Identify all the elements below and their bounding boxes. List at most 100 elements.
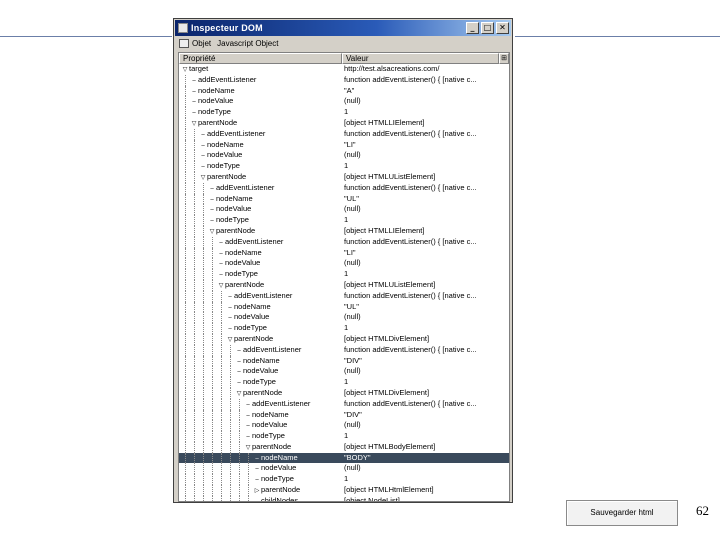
value-cell: (null) bbox=[344, 420, 361, 430]
menu-javascript-object[interactable]: Javascript Object bbox=[217, 39, 278, 48]
value-cell: [object HTMLUListElement] bbox=[344, 171, 436, 181]
tree-row[interactable]: – nodeType 1 bbox=[179, 161, 509, 172]
value-cell: "BODY" bbox=[344, 452, 371, 462]
property-label: nodeValue bbox=[207, 150, 243, 160]
property-label: nodeName bbox=[225, 247, 262, 257]
property-label: nodeName bbox=[207, 139, 244, 149]
value-cell: [object HTMLBodyElement] bbox=[344, 441, 436, 451]
tree-row[interactable]: – nodeValue (null) bbox=[179, 366, 509, 378]
tree-row[interactable]: – nodeName "DIV" bbox=[179, 355, 509, 367]
tree-row[interactable]: – addEventListener function addEventListen… bbox=[179, 344, 509, 356]
value-cell: [object HTMLLIElement] bbox=[344, 117, 425, 127]
tree-row[interactable]: ▽ parentNode [object HTMLBodyElement] bbox=[179, 441, 509, 453]
tree-row[interactable]: – addEventListener function addEventListen… bbox=[179, 398, 509, 410]
tree-row[interactable]: – addEventListener function addEventListen… bbox=[179, 182, 509, 194]
close-button[interactable]: ✕ bbox=[496, 22, 509, 34]
tree-row[interactable]: – nodeType 1 bbox=[179, 269, 509, 280]
property-label: nodeType bbox=[234, 323, 267, 333]
tree-row[interactable]: – nodeType 1 bbox=[179, 215, 509, 226]
tree-row[interactable]: – nodeName "UL" bbox=[179, 193, 509, 205]
tree-row[interactable]: – addEventListener function addEventListen… bbox=[179, 236, 509, 248]
property-label: addEventListener bbox=[225, 236, 284, 246]
slide-rule-right bbox=[515, 36, 720, 37]
tree-row[interactable]: – nodeName "UL" bbox=[179, 301, 509, 313]
tree-row[interactable]: – nodeType 1 bbox=[179, 474, 509, 486]
value-cell: function addEventListener() { [native c.… bbox=[344, 182, 477, 192]
property-tree[interactable]: Propriété Valeur ⊞ ▽ target http://test.al… bbox=[178, 52, 510, 502]
value-cell: function addEventListener() { [native c.… bbox=[344, 344, 477, 354]
tree-row[interactable]: – nodeValue (null) bbox=[179, 312, 509, 324]
value-cell: "LI" bbox=[344, 139, 356, 149]
value-cell: [object HTMLDivElement] bbox=[344, 333, 430, 343]
property-label: nodeName bbox=[234, 301, 271, 311]
tree-row[interactable]: – nodeValue (null) bbox=[179, 204, 509, 216]
value-cell: function addEventListener() { [native c.… bbox=[344, 128, 477, 138]
value-cell: "DIV" bbox=[344, 409, 362, 419]
tree-row[interactable]: – nodeName "LI" bbox=[179, 139, 509, 151]
tree-row[interactable]: – nodeType 1 bbox=[179, 107, 509, 118]
tree-row[interactable]: – addEventListener function addEventListen… bbox=[179, 290, 509, 302]
property-label: nodeType bbox=[252, 431, 285, 441]
tree-row[interactable]: – addEventListener function addEventListen… bbox=[179, 74, 509, 86]
tree-row[interactable]: – nodeType 1 bbox=[179, 431, 509, 442]
tree-row[interactable]: – nodeValue (null) bbox=[179, 420, 509, 432]
column-picker-icon[interactable]: ⊞ bbox=[499, 53, 509, 64]
tree-row[interactable]: – nodeType 1 bbox=[179, 323, 509, 334]
value-cell: 1 bbox=[344, 269, 349, 279]
property-label: nodeName bbox=[243, 355, 280, 365]
tree-row[interactable]: ▽ parentNode [object HTMLDivElement] bbox=[179, 387, 509, 399]
menu-objet[interactable]: Objet bbox=[192, 39, 211, 48]
column-header-value[interactable]: Valeur bbox=[342, 53, 499, 64]
property-label: parentNode bbox=[234, 333, 274, 343]
tree-row[interactable]: ▽ parentNode [object HTMLUListElement] bbox=[179, 279, 509, 291]
value-cell: function addEventListener() { [native c.… bbox=[344, 398, 477, 408]
tree-row[interactable]: – nodeName "DIV" bbox=[179, 409, 509, 421]
value-cell: [object NodeList] bbox=[344, 495, 400, 502]
tree-row[interactable]: – nodeValue (null) bbox=[179, 96, 509, 108]
property-label: nodeValue bbox=[261, 463, 297, 473]
value-cell: "UL" bbox=[344, 301, 359, 311]
property-label: addEventListener bbox=[252, 398, 311, 408]
tree-row[interactable]: – nodeName "LI" bbox=[179, 247, 509, 259]
maximize-button[interactable]: □ bbox=[481, 22, 494, 34]
tree-row[interactable]: ▽ parentNode [object HTMLLIElement] bbox=[179, 225, 509, 237]
value-cell: function addEventListener() { [native c.… bbox=[344, 74, 477, 84]
column-header-property[interactable]: Propriété bbox=[179, 53, 342, 64]
tree-row[interactable]: ▽ parentNode [object HTMLLIElement] bbox=[179, 117, 509, 129]
property-label: nodeType bbox=[207, 161, 240, 171]
value-cell: 1 bbox=[344, 474, 349, 484]
view-toggle-icon[interactable] bbox=[179, 39, 189, 48]
value-cell: (null) bbox=[344, 204, 361, 214]
property-label: addEventListener bbox=[243, 344, 302, 354]
tree-row[interactable]: – addEventListener function addEventListen… bbox=[179, 128, 509, 140]
dom-inspector-window: Inspecteur DOM _ □ ✕ Objet Javascript Ob… bbox=[173, 18, 513, 503]
value-cell: (null) bbox=[344, 96, 361, 106]
value-cell: function addEventListener() { [native c.… bbox=[344, 290, 477, 300]
tree-row[interactable]: – nodeName "A" bbox=[179, 85, 509, 97]
tree-row[interactable]: – nodeType 1 bbox=[179, 377, 509, 388]
value-cell: 1 bbox=[344, 161, 349, 171]
title-bar[interactable]: Inspecteur DOM _ □ ✕ bbox=[175, 20, 511, 36]
property-label: addEventListener bbox=[216, 182, 275, 192]
app-icon bbox=[178, 23, 188, 33]
value-cell: (null) bbox=[344, 463, 361, 473]
property-label: parentNode bbox=[207, 171, 247, 181]
value-cell: (null) bbox=[344, 366, 361, 376]
tree-row[interactable]: – nodeValue (null) bbox=[179, 150, 509, 162]
property-label: nodeType bbox=[216, 215, 249, 225]
tree-row[interactable]: ▽ target http://test.alsacreations.com/ bbox=[179, 64, 509, 75]
save-html-button[interactable]: Sauvegarder html bbox=[566, 500, 678, 526]
value-cell: 1 bbox=[344, 215, 349, 225]
tree-row[interactable]: ▷ parentNode [object HTMLHtmlElement] bbox=[179, 485, 509, 496]
tree-row[interactable]: – nodeName "BODY" bbox=[179, 452, 509, 464]
value-cell: (null) bbox=[344, 312, 361, 322]
property-label: nodeType bbox=[225, 269, 258, 279]
slide-rule-left bbox=[0, 36, 172, 37]
tree-row[interactable]: ▽ parentNode [object HTMLDivElement] bbox=[179, 333, 509, 345]
tree-row[interactable]: ▽ parentNode [object HTMLUListElement] bbox=[179, 171, 509, 183]
property-label: nodeName bbox=[261, 452, 298, 462]
minimize-button[interactable]: _ bbox=[466, 22, 479, 34]
tree-row[interactable]: – nodeValue (null) bbox=[179, 463, 509, 475]
tree-row[interactable]: – nodeValue (null) bbox=[179, 258, 509, 270]
tree-row[interactable]: – childNodes [object NodeList] bbox=[179, 495, 509, 502]
